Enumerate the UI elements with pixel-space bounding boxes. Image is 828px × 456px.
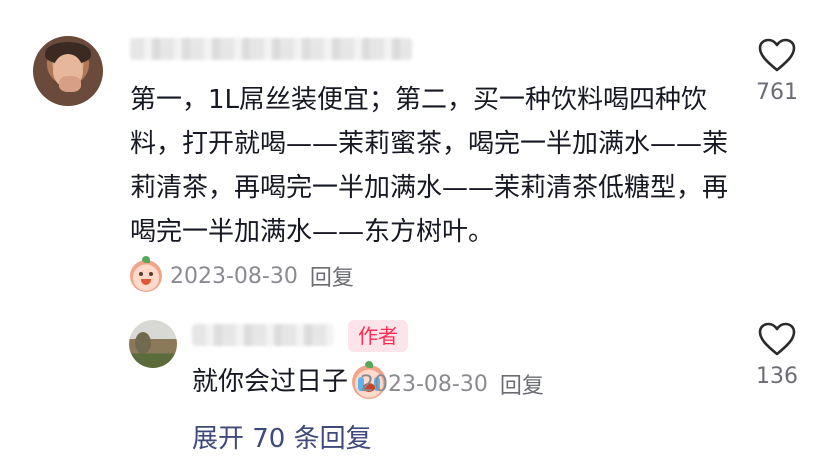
comment-date: 2023-08-30 xyxy=(170,263,298,289)
author-badge: 作者 xyxy=(348,320,408,352)
comment-like-count: 761 xyxy=(756,80,798,105)
reply-author-avatar[interactable] xyxy=(129,320,177,368)
reply-reply-button[interactable]: 回复 xyxy=(500,368,544,400)
comment-text: 第一，1L屌丝装便宜；第二，买一种饮料喝四种饮料，打开就喝——茉莉蜜茶，喝完一半… xyxy=(130,85,729,247)
reply-date: 2023-08-30 xyxy=(360,371,488,397)
heart-outline-icon[interactable] xyxy=(758,322,796,356)
comment-meta: 2023-08-30 回复 xyxy=(130,256,354,292)
heart-outline-icon[interactable] xyxy=(758,38,796,72)
peach-smile-icon xyxy=(130,256,162,292)
comment-like-button[interactable]: 761 xyxy=(748,38,806,105)
commenter-avatar[interactable] xyxy=(33,36,103,106)
reply-like-count: 136 xyxy=(756,364,798,389)
reply-author-name-blurred[interactable] xyxy=(192,324,334,346)
expand-replies-button[interactable]: 展开 70 条回复 xyxy=(192,418,372,455)
commenter-name-blurred[interactable] xyxy=(130,38,412,60)
reply-like-button[interactable]: 136 xyxy=(748,322,806,389)
comment-reply-button[interactable]: 回复 xyxy=(310,260,354,292)
reply-text: 就你会过日子 xyxy=(192,367,349,397)
reply-meta: 2023-08-30 回复 xyxy=(360,368,544,400)
